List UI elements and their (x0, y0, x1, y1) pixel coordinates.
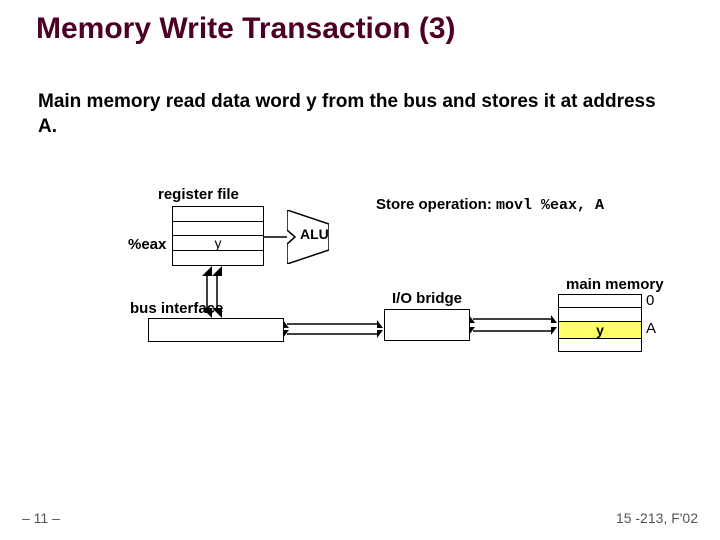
slide-title: Memory Write Transaction (3) (36, 12, 456, 46)
memory-slot-3 (559, 339, 641, 351)
course-footer: 15 -213, F'02 (616, 510, 698, 526)
slide-number: – 11 – (22, 510, 60, 526)
memory-addr-a: A (646, 320, 656, 337)
slide-subtitle: Main memory read data word y from the bu… (38, 90, 678, 139)
io-bridge-label: I/O bridge (392, 290, 462, 307)
main-memory-box: y (558, 294, 642, 352)
bus-interface-box (148, 318, 284, 342)
bus-arrow-cpu-to-bridge (283, 320, 383, 338)
memory-slot-a: y (559, 322, 641, 339)
store-op-prefix: Store operation: (376, 196, 496, 213)
alu-label: ALU (300, 226, 329, 242)
register-file-box: y (172, 206, 264, 266)
register-slot-empty (173, 207, 263, 222)
io-bridge-box (384, 309, 470, 341)
register-slot-eax: y (173, 236, 263, 251)
bus-arrow-bridge-to-memory (469, 312, 557, 338)
memory-slot-0 (559, 295, 641, 308)
memory-addr-0: 0 (646, 292, 654, 309)
register-file-label: register file (158, 186, 239, 203)
memory-slot-1 (559, 308, 641, 321)
regfile-alu-connector (263, 234, 287, 240)
store-op-code: movl %eax, A (496, 197, 604, 214)
bus-interface-label: bus interface (130, 300, 223, 317)
register-slot-empty (173, 251, 263, 266)
main-memory-label: main memory (566, 276, 664, 293)
eax-label: %eax (128, 236, 166, 253)
store-operation-label: Store operation: movl %eax, A (376, 196, 604, 214)
